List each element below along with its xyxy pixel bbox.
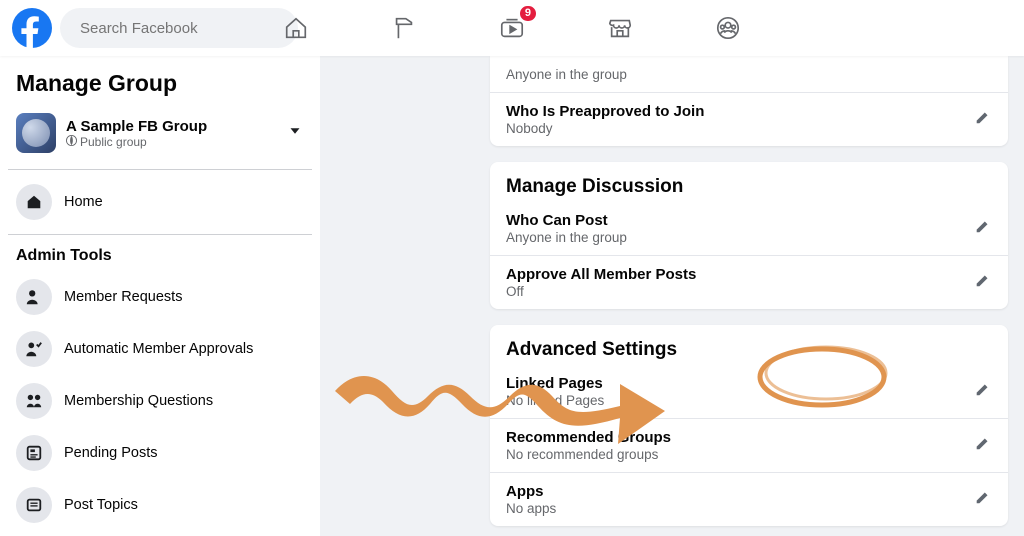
setting-sub: No recommended groups: [506, 447, 974, 462]
group-avatar: [16, 113, 56, 153]
globe-icon: [66, 135, 77, 149]
edit-button[interactable]: [974, 434, 992, 457]
divider: [8, 234, 312, 235]
card-title: Manage Discussion: [490, 162, 1008, 202]
setting-row-preapproved: Who Is Preapproved to Join Nobody: [490, 93, 1008, 146]
admin-tools-title: Admin Tools: [16, 247, 304, 265]
setting-row-who-can-post: Who Can Post Anyone in the group: [490, 202, 1008, 256]
edit-button[interactable]: [974, 108, 992, 131]
sidebar-item-pending-posts[interactable]: Pending Posts: [8, 427, 312, 479]
sidebar-item-label: Pending Posts: [64, 445, 158, 461]
setting-row-linked-pages: Linked Pages No linked Pages: [490, 365, 1008, 419]
sidebar-item-home[interactable]: Home: [8, 176, 312, 228]
person-icon: [16, 279, 52, 315]
divider: [8, 169, 312, 170]
person-check-icon: [16, 331, 52, 367]
sidebar-item-member-requests[interactable]: Member Requests: [8, 271, 312, 323]
manage-group-title: Manage Group: [16, 70, 304, 97]
search-bar[interactable]: [60, 8, 298, 48]
setting-title: Recommended Groups: [506, 429, 974, 446]
facebook-logo[interactable]: [12, 8, 52, 48]
setting-sub: No linked Pages: [506, 393, 974, 408]
setting-title: Who Is Preapproved to Join: [506, 103, 974, 120]
topics-icon: [16, 487, 52, 523]
sidebar-item-label: Membership Questions: [64, 393, 213, 409]
setting-title: Apps: [506, 483, 974, 500]
sidebar-item-label: Member Requests: [64, 289, 182, 305]
watch-badge: 9: [520, 6, 536, 21]
nav-marketplace[interactable]: [600, 8, 640, 48]
post-icon: [16, 435, 52, 471]
setting-sub: Nobody: [506, 121, 974, 136]
search-input[interactable]: [80, 20, 288, 37]
setting-sub: Anyone in the group: [506, 230, 974, 245]
group-visibility: Public group: [66, 135, 207, 149]
sidebar-item-auto-approvals[interactable]: Automatic Member Approvals: [8, 323, 312, 375]
setting-row: Anyone in the group: [490, 56, 1008, 93]
edit-button[interactable]: [974, 271, 992, 294]
setting-row-approve-posts: Approve All Member Posts Off: [490, 256, 1008, 309]
setting-title: Who Can Post: [506, 212, 974, 229]
nav-watch[interactable]: 9: [492, 8, 532, 48]
question-icon: [16, 383, 52, 419]
setting-sub: No apps: [506, 501, 974, 516]
sidebar-item-membership-questions[interactable]: Membership Questions: [8, 375, 312, 427]
card-advanced-settings: Advanced Settings Linked Pages No linked…: [490, 325, 1008, 526]
setting-title: Linked Pages: [506, 375, 974, 392]
setting-sub: Off: [506, 284, 974, 299]
nav-home[interactable]: [276, 8, 316, 48]
setting-title: Approve All Member Posts: [506, 266, 974, 283]
setting-sub: Anyone in the group: [506, 67, 992, 82]
setting-row-recommended-groups: Recommended Groups No recommended groups: [490, 419, 1008, 473]
edit-button[interactable]: [974, 217, 992, 240]
card-title: Advanced Settings: [490, 325, 1008, 365]
nav-groups[interactable]: [708, 8, 748, 48]
card-manage-discussion: Manage Discussion Who Can Post Anyone in…: [490, 162, 1008, 309]
sidebar-item-label: Home: [64, 194, 103, 210]
sidebar-item-label: Post Topics: [64, 497, 138, 513]
caret-down-icon: [286, 122, 304, 145]
sidebar-item-label: Automatic Member Approvals: [64, 341, 253, 357]
card-membership: Anyone in the group Who Is Preapproved t…: [490, 56, 1008, 146]
sidebar-item-scheduled-posts[interactable]: Scheduled Posts: [8, 531, 312, 536]
edit-button[interactable]: [974, 380, 992, 403]
sidebar-item-post-topics[interactable]: Post Topics: [8, 479, 312, 531]
group-selector[interactable]: A Sample FB Group Public group: [8, 109, 312, 163]
edit-button[interactable]: [974, 488, 992, 511]
nav-pages[interactable]: [384, 8, 424, 48]
setting-row-apps: Apps No apps: [490, 473, 1008, 526]
home-icon: [16, 184, 52, 220]
group-name: A Sample FB Group: [66, 118, 207, 135]
